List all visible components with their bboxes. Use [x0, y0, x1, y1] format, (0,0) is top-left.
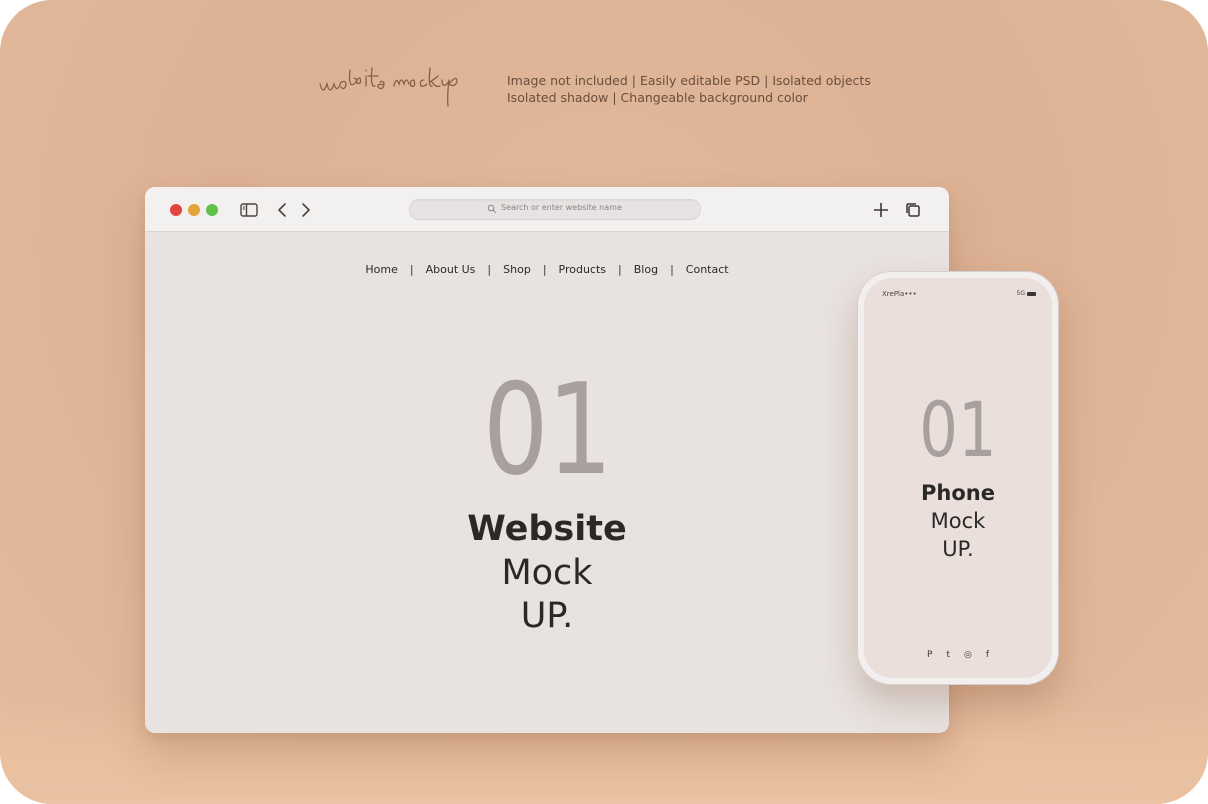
instagram-icon[interactable]: ◎	[964, 650, 972, 660]
facebook-icon[interactable]: f	[986, 650, 989, 660]
close-window-button[interactable]	[170, 204, 182, 216]
browser-window: Search or enter website name Home | About …	[145, 187, 949, 733]
phone-hero-title: Phone	[921, 481, 995, 505]
hero-subtitle: UP.	[520, 596, 574, 636]
back-arrow-icon[interactable]	[272, 200, 292, 220]
address-placeholder: Search or enter website name	[501, 203, 622, 212]
phone-hero-number: 01	[919, 385, 997, 474]
nav-link-products[interactable]: Products	[559, 263, 607, 276]
nav-link-home[interactable]: Home	[365, 263, 397, 276]
nav-link-blog[interactable]: Blog	[634, 263, 658, 276]
hero-title: Website	[467, 509, 627, 549]
nav-separator: |	[542, 263, 547, 276]
feature-line: Image not included | Easily editable PSD…	[507, 73, 871, 88]
network-label: 5G	[1016, 290, 1025, 297]
social-links: Pt ◎ f	[864, 650, 1052, 660]
mockup-stage: Image not included | Easily editable PSD…	[0, 0, 1208, 804]
new-tab-plus-icon[interactable]	[871, 200, 891, 220]
tab-overview-icon[interactable]	[903, 200, 923, 220]
forward-arrow-icon[interactable]	[296, 200, 316, 220]
twitter-icon[interactable]: t	[946, 650, 950, 660]
feature-line: Isolated shadow | Changeable background …	[507, 90, 808, 105]
nav-link-contact[interactable]: Contact	[686, 263, 729, 276]
battery-icon	[1027, 291, 1036, 296]
nav-separator: |	[409, 263, 414, 276]
nav-separator: |	[618, 263, 622, 276]
phone-hero-subtitle: UP.	[942, 537, 974, 561]
feature-list: Image not included | Easily editable PSD…	[507, 72, 927, 106]
hero-subtitle: Mock	[501, 553, 593, 593]
nav-link-shop[interactable]: Shop	[503, 263, 531, 276]
phone-screen: XrePla••• 5G 01 Phone Mock UP. Pt ◎ f	[864, 278, 1052, 678]
brand-script-logo	[316, 62, 488, 110]
phone-device: XrePla••• 5G 01 Phone Mock UP. Pt ◎ f	[857, 271, 1059, 685]
pinterest-icon[interactable]: P	[927, 650, 932, 660]
minimize-window-button[interactable]	[188, 204, 200, 216]
browser-toolbar: Search or enter website name	[145, 187, 949, 232]
address-bar[interactable]: Search or enter website name	[409, 199, 701, 219]
phone-hero-subtitle: Mock	[930, 509, 986, 533]
sidebar-toggle-icon[interactable]	[239, 200, 259, 220]
maximize-window-button[interactable]	[206, 204, 218, 216]
status-indicators: 5G	[1017, 290, 1036, 297]
carrier-label: XrePla•••	[882, 290, 917, 298]
site-nav: Home | About Us | Shop | Products | Blog | Contact	[145, 263, 949, 276]
hero-number: 01	[482, 356, 613, 503]
nav-separator: |	[670, 263, 674, 276]
nav-separator: |	[487, 263, 492, 276]
nav-link-about-us[interactable]: About Us	[426, 263, 476, 276]
search-icon	[487, 204, 497, 214]
